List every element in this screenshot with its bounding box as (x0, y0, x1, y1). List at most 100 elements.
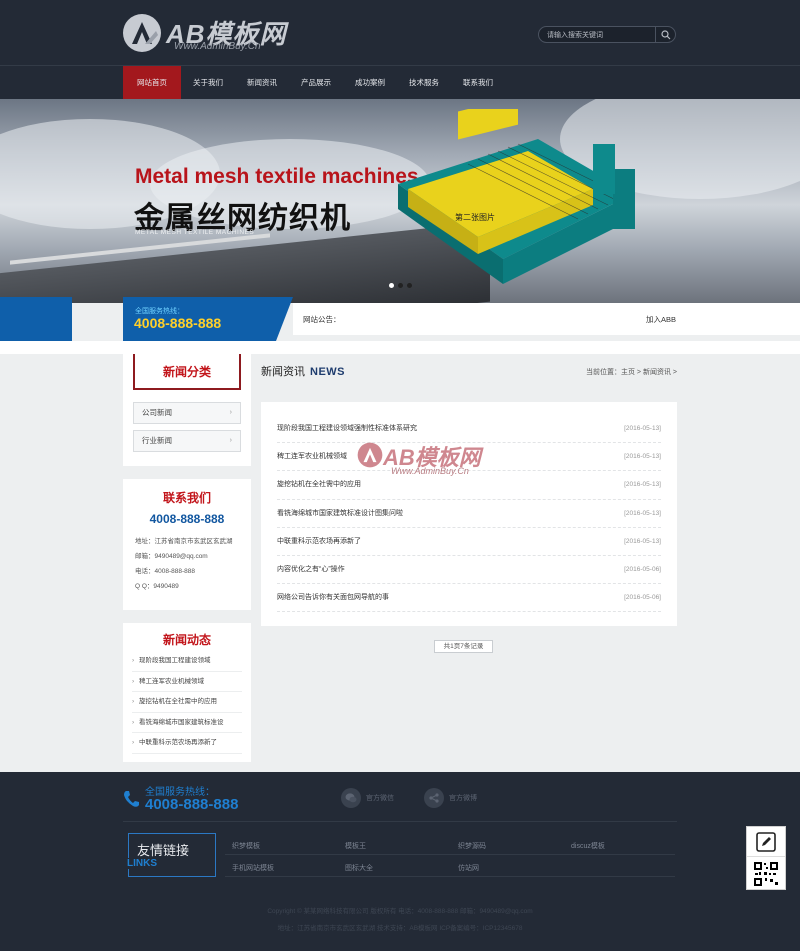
wechat-icon (341, 788, 361, 808)
footer-hotline-number: 4008-888-888 (145, 796, 239, 813)
news-title: 稗工连军农业机械领域 (277, 453, 347, 461)
hero-banner[interactable]: Metal mesh textile machines 金属丝网纺织机 META… (0, 99, 800, 303)
hotline-bar: 全国服务热线： 4008-888-888 网站公告： 加入ABB (0, 297, 800, 341)
contact-details: 地址：江苏省南京市玄武区玄武湖 邮箱：9490489@qq.com 电话：400… (135, 534, 245, 594)
news-date: [2016-05-13] (624, 453, 661, 461)
weibo-link[interactable]: 官方微博 (424, 788, 477, 808)
qr-code-icon[interactable] (753, 861, 779, 887)
weibo-label: 官方微博 (449, 795, 477, 802)
news-item[interactable]: 看铣海绵城市国家建筑标准设计图集问啦 [2016-05-13] (277, 500, 661, 528)
contact-address: 地址：江苏省南京市玄武区玄武湖 (135, 538, 233, 545)
page-title-en: NEWS (310, 366, 345, 378)
friend-link[interactable]: 仿站网 (458, 863, 479, 873)
slide-dot[interactable] (398, 283, 403, 288)
contact-email: 邮箱：9490489@qq.com (135, 553, 208, 560)
main-nav: 网站首页 关于我们 新闻资讯 产品展示 成功案例 技术服务 联系我们 (0, 65, 800, 100)
search-box (538, 26, 676, 43)
search-button[interactable] (655, 26, 675, 43)
links-heading: 友情链接 LINKS (124, 833, 216, 877)
search-input[interactable] (547, 29, 652, 41)
share-icon (424, 788, 444, 808)
banner-caption: 第二张图片 (455, 213, 495, 222)
dynamics-item[interactable]: 稗工连军农业机械领域 (132, 672, 242, 692)
links-title-en: LINKS (124, 858, 160, 869)
friend-link[interactable]: 手机网站模板 (232, 863, 274, 873)
contact-phone: 4008-888-888 (149, 512, 225, 526)
nav-about[interactable]: 关于我们 (181, 66, 235, 100)
friend-link[interactable]: 图标大全 (345, 863, 373, 873)
wechat-link[interactable]: 官方微信 (341, 788, 394, 808)
dynamics-item[interactable]: 旋挖钻机在全社需中的应用 (132, 692, 242, 713)
friend-link[interactable]: discuz模板 (571, 841, 605, 851)
footer-divider (123, 821, 677, 822)
nav-products[interactable]: 产品展示 (289, 66, 343, 100)
watermark: AB模板网 Www.AdminBuy.Cn (357, 440, 507, 500)
notice-label: 网站公告： (303, 315, 341, 324)
notice-strip: 网站公告： 加入ABB (293, 303, 800, 335)
nav-news[interactable]: 新闻资讯 (235, 66, 289, 100)
notice-link[interactable]: 加入ABB (646, 314, 676, 325)
news-dynamics-box: 新闻动态 现阶段我国工程建设领域 稗工连军农业机械领域 旋挖钻机在全社需中的应用… (123, 623, 251, 762)
friend-link[interactable]: 织梦源码 (458, 841, 486, 851)
machine-illustration (398, 109, 635, 284)
hotline-block: 全国服务热线： 4008-888-888 (123, 297, 293, 341)
copyright-line-1: Copyright © 某某网络科技有限公司 版权所有 电话：4008-888-… (267, 908, 533, 915)
news-item[interactable]: 中联重科示范农场再添新了 [2016-05-13] (277, 528, 661, 556)
main-heading: 新闻资讯 NEWS 当前位置：主页 > 新闻资讯 > (261, 361, 677, 383)
news-list: 现阶段我国工程建设领域强制性标准体系研究 [2016-05-13] 稗工连军农业机… (261, 402, 677, 626)
hotline-number: 4008-888-888 (134, 315, 222, 331)
news-title: 内容优化之有“心”操作 (277, 565, 345, 573)
banner-subtitle: METAL MESH TEXTILE MACHINES (135, 229, 255, 236)
search-icon (660, 29, 670, 39)
slide-dot[interactable] (407, 283, 412, 288)
chevron-right-icon: › (229, 409, 232, 416)
nav-contact[interactable]: 联系我们 (451, 66, 505, 100)
site-header: AB模板网 Www.AdminBuy.Cn (0, 0, 800, 65)
contact-qq: Q Q：9490489 (135, 583, 179, 590)
category-item[interactable]: 公司新闻 › (133, 402, 241, 424)
feedback-button[interactable] (747, 827, 785, 857)
contact-box: 联系我们 4008-888-888 地址：江苏省南京市玄武区玄武湖 邮箱：949… (123, 479, 251, 610)
news-item[interactable]: 现阶段我国工程建设领域强制性标准体系研究 [2016-05-13] (277, 415, 661, 444)
news-title: 看铣海绵城市国家建筑标准设计图集问啦 (277, 509, 403, 517)
news-title: 中联重科示范农场再添新了 (277, 537, 361, 545)
contact-title: 联系我们 (162, 491, 211, 505)
links-divider (225, 876, 675, 877)
dynamics-item[interactable]: 现阶段我国工程建设领域 (132, 651, 242, 672)
category-title-rest: 分类 (187, 365, 212, 379)
news-title: 现阶段我国工程建设领域强制性标准体系研究 (277, 425, 417, 432)
bar-accent (0, 297, 72, 341)
site-logo[interactable]: AB模板网 Www.AdminBuy.Cn (122, 10, 292, 58)
page-title-cn: 新闻资讯 (261, 366, 305, 378)
dynamics-item[interactable]: 中联重科示范农场再添新了 (132, 733, 242, 754)
wechat-label: 官方微信 (366, 795, 394, 802)
nav-home[interactable]: 网站首页 (123, 66, 181, 100)
category-item-label: 行业新闻 (142, 436, 172, 445)
chevron-right-icon: › (229, 437, 232, 444)
site-footer: 全国服务热线： 4008-888-888 官方微信 官方微博 友情链接 LINK… (0, 772, 800, 951)
contact-tel: 电话：4008-888-888 (135, 568, 195, 575)
banner-title-en: Metal mesh textile machines (135, 165, 419, 188)
news-date: [2016-05-06] (624, 594, 661, 602)
watermark-logo-icon (357, 442, 383, 468)
category-item[interactable]: 行业新闻 › (133, 430, 241, 452)
dynamics-item[interactable]: 看铣海绵城市国家建筑标准设 (132, 713, 242, 733)
friend-link[interactable]: 模板王 (345, 841, 366, 851)
nav-service[interactable]: 技术服务 (397, 66, 451, 100)
dynamics-title: 新闻动态 (162, 633, 211, 647)
news-date: [2016-05-13] (624, 425, 661, 432)
news-date: [2016-05-06] (624, 565, 661, 573)
slide-dot[interactable] (389, 283, 394, 288)
category-box: 新闻分类 公司新闻 › 行业新闻 › (123, 354, 251, 466)
dynamics-list: 现阶段我国工程建设领域 稗工连军农业机械领域 旋挖钻机在全社需中的应用 看铣海绵… (132, 651, 242, 754)
news-title: 网络公司告诉你有关面包网导航的事 (277, 594, 389, 602)
category-title: 新闻分类 (133, 354, 241, 390)
news-date: [2016-05-13] (624, 509, 661, 517)
pagination[interactable]: 共1页7条记录 (434, 640, 493, 653)
nav-cases[interactable]: 成功案例 (343, 66, 397, 100)
news-item[interactable]: 网络公司告诉你有关面包网导航的事 [2016-05-06] (277, 584, 661, 613)
news-date: [2016-05-13] (624, 481, 661, 489)
friend-link[interactable]: 织梦模板 (232, 841, 260, 851)
breadcrumb[interactable]: 当前位置：主页 > 新闻资讯 > (586, 367, 677, 377)
news-item[interactable]: 内容优化之有“心”操作 [2016-05-06] (277, 556, 661, 585)
